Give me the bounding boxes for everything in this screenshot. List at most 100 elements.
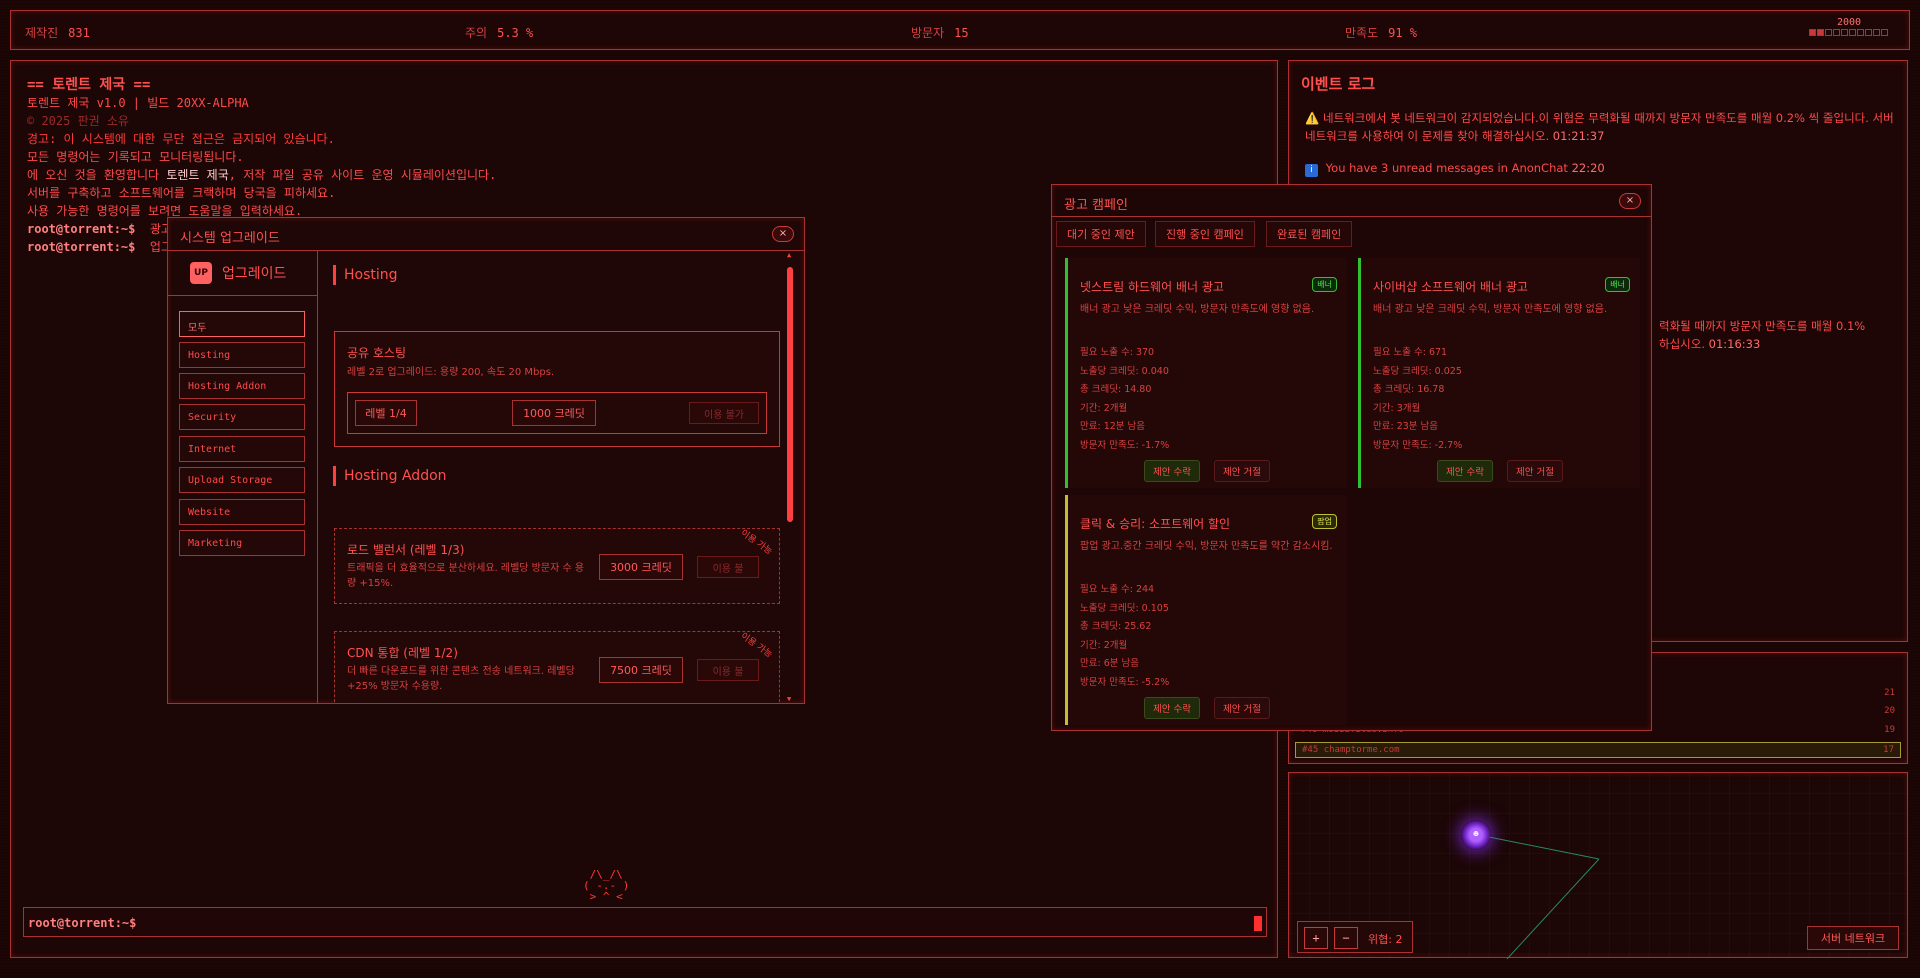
ad-window-title: 광고 캠페인 bbox=[1064, 198, 1128, 213]
upgrade-title: CDN 통합 (레벨 1/2) bbox=[347, 646, 458, 660]
reject-offer-button[interactable]: 제안 거절 bbox=[1507, 460, 1563, 482]
scroll-thumb[interactable] bbox=[787, 267, 793, 522]
ad-offer-desc: 배너 광고 낮은 크레딧 수익, 방문자 만족도에 영향 없음. bbox=[1080, 304, 1315, 315]
stat-crew: 제작진 831 bbox=[25, 26, 90, 40]
close-icon[interactable]: × bbox=[1619, 193, 1641, 209]
ad-offer-stats: 필요 노출 수: 370 노출당 크레딧: 0.040 총 크레딧: 14.80 기간… bbox=[1080, 347, 1170, 451]
upgrade-title: 공유 호스팅 bbox=[347, 346, 407, 360]
upgrade-card: 공유 호스팅 레벨 2로 업그레이드: 용량 200, 속도 20 Mbps. … bbox=[334, 331, 780, 447]
accept-offer-button[interactable]: 제안 수락 bbox=[1437, 460, 1493, 482]
category-website[interactable]: Website bbox=[179, 499, 305, 525]
reject-offer-button[interactable]: 제안 거절 bbox=[1214, 460, 1270, 482]
category-marketing[interactable]: Marketing bbox=[179, 530, 305, 556]
warning-icon: ⚠️ bbox=[1305, 111, 1320, 125]
price-tag: 7500 크레딧 bbox=[599, 657, 683, 683]
terminal-prompt: root@torrent:~$ bbox=[28, 916, 137, 930]
ad-offer-desc: 배너 광고 낮은 크레딧 수익, 방문자 만족도에 영향 없음. bbox=[1373, 304, 1608, 315]
ad-campaign-window: 광고 캠페인 × 대기 중인 제안 진행 중인 캠페인 완료된 캠페인 넷스트림… bbox=[1051, 184, 1652, 731]
upgrade-card: 이용 가능 CDN 통합 (레벨 1/2) 더 빠른 다운로드를 위한 콘텐츠 … bbox=[334, 631, 780, 703]
upgrade-logo: UP 업그레이드 bbox=[168, 251, 317, 296]
category-upload-storage[interactable]: Upload Storage bbox=[179, 467, 305, 493]
category-internet[interactable]: Internet bbox=[179, 436, 305, 462]
upgrade-window-header: 시스템 업그레이드 × bbox=[168, 218, 804, 251]
scroll-down-icon[interactable]: ▼ bbox=[787, 695, 791, 703]
gauge-segment bbox=[1849, 29, 1856, 36]
cursor-icon bbox=[1254, 916, 1262, 931]
terminal-title: == 토렌트 제국 == bbox=[27, 77, 151, 93]
upgrade-desc: 레벨 2로 업그레이드: 용량 200, 속도 20 Mbps. bbox=[347, 367, 555, 378]
stat-visitors: 방문자 15 bbox=[911, 26, 969, 40]
server-network-button[interactable]: 서버 네트워크 bbox=[1807, 926, 1899, 950]
upgrade-button[interactable]: 이용 불가 bbox=[689, 402, 759, 424]
upgrade-button[interactable]: 이용 불 bbox=[697, 659, 759, 681]
gauge-segment bbox=[1825, 29, 1832, 36]
ad-offer-card: 클릭 & 승리: 소프트웨어 할인 팝업 팝업 광고.중간 크레딧 수익, 방문… bbox=[1065, 495, 1347, 725]
upgrade-card: 이용 가능 로드 밸런서 (레벨 1/3) 트래픽을 더 효율적으로 분산하세요… bbox=[334, 528, 780, 604]
zoom-in-button[interactable]: + bbox=[1304, 927, 1328, 949]
upgrade-action-row: 레벨 1/4 1000 크레딧 이용 불가 bbox=[347, 392, 767, 434]
event-item: i You have 3 unread messages in AnonChat… bbox=[1305, 159, 1895, 177]
stat-alert: 주의 5.3 % bbox=[465, 26, 534, 40]
system-upgrade-window: 시스템 업그레이드 × UP 업그레이드 모두 Hosting Hosting A… bbox=[167, 217, 805, 704]
mini-gauge: 2000 bbox=[1809, 17, 1889, 39]
tab-active-campaigns[interactable]: 진행 중인 캠페인 bbox=[1155, 221, 1255, 247]
ad-type-badge: 배너 bbox=[1312, 277, 1337, 292]
gauge-segment bbox=[1873, 29, 1880, 36]
price-tag: 3000 크레딧 bbox=[599, 554, 683, 580]
upgrade-desc: 더 빠른 다운로드를 위한 콘텐츠 전송 네트워크. 레벨당 +25% 방문자 … bbox=[347, 666, 575, 692]
tab-completed-campaigns[interactable]: 완료된 캠페인 bbox=[1266, 221, 1353, 247]
ad-offer-title: 클릭 & 승리: 소프트웨어 할인 bbox=[1080, 517, 1231, 531]
zoom-out-button[interactable]: − bbox=[1334, 927, 1358, 949]
upgrade-button[interactable]: 이용 불 bbox=[697, 556, 759, 578]
category-hosting[interactable]: Hosting bbox=[179, 342, 305, 368]
terminal-line: 서버를 구축하고 소프트웨어를 크랙하며 당국을 피하세요. bbox=[27, 186, 336, 200]
gauge-segment bbox=[1833, 29, 1840, 36]
ad-offer-title: 사이버샵 소프트웨어 배너 광고 bbox=[1373, 280, 1528, 294]
ad-type-badge: 팝업 bbox=[1312, 514, 1337, 529]
list-item[interactable]: #45 champtorme.com 17 bbox=[1295, 742, 1901, 758]
category-all[interactable]: 모두 bbox=[179, 311, 305, 337]
event-item: 하십시오. 01:16:33 bbox=[1659, 337, 1761, 351]
ad-offer-stats: 필요 노출 수: 244 노출당 크레딧: 0.105 총 크레딧: 25.62 기간… bbox=[1080, 584, 1170, 688]
tab-pending-offers[interactable]: 대기 중인 제안 bbox=[1056, 221, 1146, 247]
terminal-version: 토렌트 제국 v1.0 | 빌드 20XX-ALPHA bbox=[27, 96, 249, 110]
ad-offer-card: 사이버샵 소프트웨어 배너 광고 배너 배너 광고 낮은 크레딧 수익, 방문자… bbox=[1358, 258, 1640, 488]
terminal-line: 모든 명령어는 기록되고 모니터링됩니다. bbox=[27, 150, 244, 164]
scroll-up-icon[interactable]: ▲ bbox=[787, 251, 791, 259]
close-icon[interactable]: × bbox=[772, 226, 794, 242]
upgrade-badge-icon: UP bbox=[190, 262, 212, 284]
terminal-input[interactable]: root@torrent:~$ bbox=[23, 907, 1267, 937]
mini-gauge-bar bbox=[1809, 28, 1889, 39]
upgrade-window-title: 시스템 업그레이드 bbox=[180, 231, 280, 246]
accept-offer-button[interactable]: 제안 수락 bbox=[1144, 697, 1200, 719]
gauge-segment bbox=[1809, 29, 1816, 36]
ad-window-header: 광고 캠페인 × bbox=[1052, 185, 1651, 217]
upgrade-title: 로드 밸런서 (레벨 1/3) bbox=[347, 543, 465, 557]
accept-offer-button[interactable]: 제안 수락 bbox=[1144, 460, 1200, 482]
upgrade-list: Hosting 공유 호스팅 레벨 2로 업그레이드: 용량 200, 속도 2… bbox=[319, 251, 794, 703]
category-hosting-addon[interactable]: Hosting Addon bbox=[179, 373, 305, 399]
cat-ascii-art: /\_/\ ( -.- ) > ^ < bbox=[583, 868, 630, 903]
ad-offer-title: 넷스트림 하드웨어 배너 광고 bbox=[1080, 280, 1224, 294]
scrollbar[interactable]: ▲ ▼ bbox=[787, 251, 794, 703]
gauge-segment bbox=[1857, 29, 1864, 36]
event-item: 력화될 때까지 방문자 만족도를 매월 0.1% bbox=[1659, 319, 1866, 333]
ad-offer-stats: 필요 노출 수: 671 노출당 크레딧: 0.025 총 크레딧: 16.78 기간… bbox=[1373, 347, 1463, 451]
server-network-map[interactable]: ☻ + − 위협: 2 서버 네트워크 bbox=[1288, 772, 1908, 959]
map-controls: + − 위협: 2 bbox=[1297, 921, 1413, 953]
upgrade-category-sidebar: UP 업그레이드 모두 Hosting Hosting Addon Securit… bbox=[168, 251, 318, 703]
info-icon: i bbox=[1305, 164, 1318, 177]
server-node-icon[interactable]: ☻ bbox=[1461, 820, 1491, 850]
category-security[interactable]: Security bbox=[179, 404, 305, 430]
mini-gauge-value: 2000 bbox=[1836, 17, 1862, 28]
terminal-copyright: © 2025 판권 소유 bbox=[27, 114, 129, 128]
gauge-segment bbox=[1841, 29, 1848, 36]
gauge-segment bbox=[1865, 29, 1872, 36]
threat-level: 위협: 2 bbox=[1368, 933, 1403, 946]
ad-type-badge: 배너 bbox=[1605, 277, 1630, 292]
reject-offer-button[interactable]: 제안 거절 bbox=[1214, 697, 1270, 719]
terminal-welcome: 에 오신 것을 환영합니다 토렌트 제국, 저작 파일 공유 사이트 운영 시뮬… bbox=[27, 168, 497, 182]
event-log-title: 이벤트 로그 bbox=[1301, 75, 1376, 93]
stat-satisfaction: 만족도 91 % bbox=[1345, 26, 1418, 40]
section-title-hosting: Hosting bbox=[333, 265, 398, 285]
